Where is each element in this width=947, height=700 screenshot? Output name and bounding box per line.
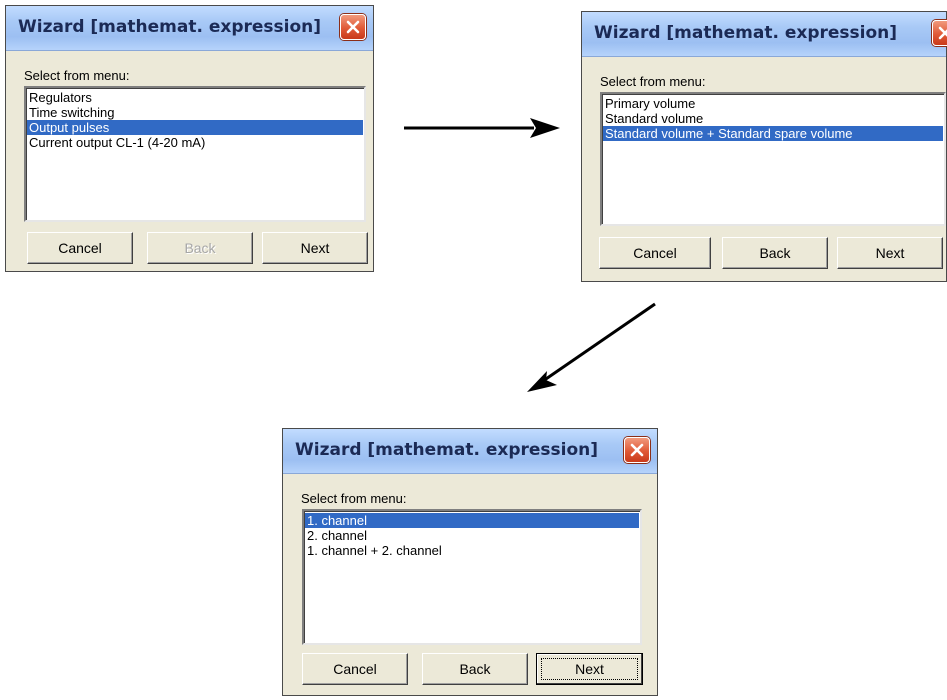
arrow-icon bbox=[527, 302, 656, 392]
flow-arrows bbox=[404, 118, 656, 392]
arrow-icon bbox=[404, 118, 560, 138]
